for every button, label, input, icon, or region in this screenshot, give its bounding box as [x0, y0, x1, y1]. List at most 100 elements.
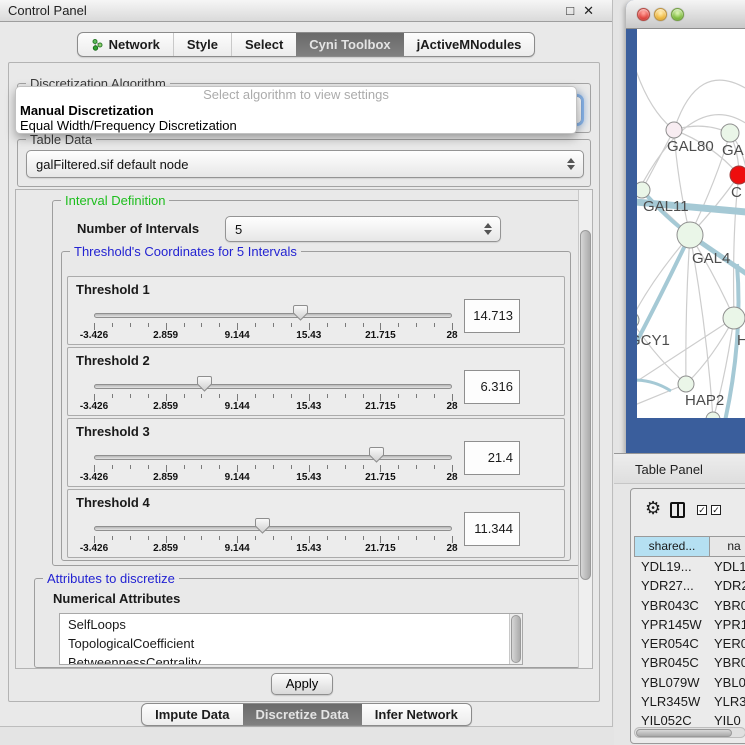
node-hap2[interactable]: [678, 376, 694, 392]
threshold-1-slider-track[interactable]: [94, 313, 452, 318]
tab-discretize-data[interactable]: Discretize Data: [243, 704, 362, 725]
checkbox-icon[interactable]: ✓: [711, 505, 721, 515]
tab-select[interactable]: Select: [231, 33, 296, 56]
node-gal11[interactable]: [637, 182, 650, 198]
cell-name[interactable]: YER0: [710, 634, 745, 653]
slider-tick-label: -3.426: [80, 472, 108, 483]
slider-tick: [273, 323, 274, 327]
cell-name[interactable]: YDL1: [710, 557, 745, 576]
cell-shared-name[interactable]: YER054C: [634, 634, 710, 653]
cell-name[interactable]: YBR0: [710, 653, 745, 672]
label-gal11: GAL11: [643, 198, 689, 215]
threshold-2-value[interactable]: 6.316: [464, 370, 520, 404]
table-row[interactable]: YBR043CYBR0: [634, 596, 745, 615]
table-row[interactable]: YLR345WYLR3: [634, 692, 745, 711]
attributes-list-scrollbar[interactable]: [509, 614, 522, 664]
popup-placeholder-option[interactable]: Select algorithm to view settings: [16, 87, 576, 103]
close-icon[interactable]: ✕: [583, 0, 594, 22]
slider-tick: [201, 465, 202, 469]
cell-shared-name[interactable]: YLR345W: [634, 692, 710, 711]
slider-tick: [309, 536, 310, 543]
threshold-4-slider-thumb[interactable]: [255, 517, 270, 534]
cell-shared-name[interactable]: YBR045C: [634, 653, 710, 672]
close-traffic-icon[interactable]: [637, 8, 650, 21]
node-attribute-table: shared... na YDL19...YDL1YDR27...YDR2YBR…: [634, 536, 745, 727]
popup-option-manual-discretization[interactable]: Manual Discretization: [16, 103, 576, 118]
cell-name[interactable]: YLR3: [710, 692, 745, 711]
cell-shared-name[interactable]: YDR27...: [634, 576, 710, 595]
cell-name[interactable]: YIL0: [710, 711, 745, 727]
node-gal-partial[interactable]: [721, 124, 739, 142]
table-row[interactable]: YDR27...YDR2: [634, 576, 745, 595]
tab-jactivemnodules[interactable]: jActiveMNodules: [404, 33, 535, 56]
network-canvas[interactable]: GAL80 GA C GAL11 GAL4 GCY1 H HAP2: [637, 29, 745, 418]
cell-shared-name[interactable]: YBL079W: [634, 673, 710, 692]
table-row[interactable]: YER054CYER0: [634, 634, 745, 653]
tab-style[interactable]: Style: [173, 33, 231, 56]
slider-tick: [94, 323, 95, 330]
checkbox-icon[interactable]: ✓: [697, 505, 707, 515]
node-h-partial[interactable]: [723, 307, 745, 329]
slider-tick: [416, 323, 417, 327]
attribute-list-item[interactable]: SelfLoops: [60, 615, 508, 634]
tab-cyni-toolbox[interactable]: Cyni Toolbox: [296, 33, 403, 56]
threshold-1-slider-thumb[interactable]: [293, 304, 308, 321]
window-title: Control Panel: [8, 0, 87, 22]
cell-shared-name[interactable]: YPR145W: [634, 615, 710, 634]
threshold-3-slider-track[interactable]: [94, 455, 452, 460]
table-row[interactable]: YDL19...YDL1: [634, 557, 745, 576]
slider-tick-label: 15.43: [296, 401, 321, 412]
node-gal80[interactable]: [666, 122, 682, 138]
node-gcy1[interactable]: [637, 312, 639, 328]
slider-tick: [166, 323, 167, 330]
table-row[interactable]: YIL052CYIL0: [634, 711, 745, 727]
node-bottom-partial[interactable]: [706, 412, 720, 418]
threshold-2-slider-thumb[interactable]: [197, 375, 212, 392]
table-row[interactable]: YPR145WYPR1: [634, 615, 745, 634]
minimize-traffic-icon[interactable]: [654, 8, 667, 21]
column-header-shared-name[interactable]: shared...: [634, 536, 710, 557]
tab-network[interactable]: Network: [78, 33, 173, 56]
cell-name[interactable]: YPR1: [710, 615, 745, 634]
cell-shared-name[interactable]: YIL052C: [634, 711, 710, 727]
table-row[interactable]: YBL079WYBL0: [634, 673, 745, 692]
table-horizontal-scrollbar[interactable]: [634, 727, 745, 738]
slider-tick: [148, 465, 149, 469]
threshold-1-value[interactable]: 14.713: [464, 299, 520, 333]
threshold-4-value[interactable]: 11.344: [464, 512, 520, 546]
threshold-2-slider-track[interactable]: [94, 384, 452, 389]
apply-button[interactable]: Apply: [271, 673, 333, 695]
slider-tick: [219, 323, 220, 327]
column-header-name[interactable]: na: [710, 536, 745, 557]
float-window-icon[interactable]: □: [566, 0, 574, 22]
threshold-3-value[interactable]: 21.4: [464, 441, 520, 475]
slider-tick: [237, 536, 238, 543]
split-columns-icon[interactable]: [670, 502, 685, 518]
tab-impute-data[interactable]: Impute Data: [142, 704, 242, 725]
cell-shared-name[interactable]: YDL19...: [634, 557, 710, 576]
settings-vertical-scrollbar[interactable]: [578, 190, 592, 668]
zoom-traffic-icon[interactable]: [671, 8, 684, 21]
tab-infer-network[interactable]: Infer Network: [362, 704, 471, 725]
threshold-4-slider-track[interactable]: [94, 526, 452, 531]
slider-tick: [112, 465, 113, 469]
table-row[interactable]: YBR045CYBR0: [634, 653, 745, 672]
gear-icon[interactable]: ⚙: [645, 499, 661, 517]
attribute-list-item[interactable]: BetweennessCentrality: [60, 653, 508, 665]
attribute-list-item[interactable]: TopologicalCoefficient: [60, 634, 508, 653]
threshold-3-slider-thumb[interactable]: [369, 446, 384, 463]
interval-definition-group: Interval Definition Number of Intervals …: [52, 200, 580, 566]
cell-name[interactable]: YBL0: [710, 673, 745, 692]
popup-option-equal-width-frequency[interactable]: Equal Width/Frequency Discretization: [16, 118, 576, 133]
table-data-combobox[interactable]: galFiltered.sif default node: [26, 150, 584, 178]
slider-tick: [148, 536, 149, 540]
node-gal4[interactable]: [677, 222, 703, 248]
cell-name[interactable]: YDR2: [710, 576, 745, 595]
interval-definition-title: Interval Definition: [61, 193, 169, 208]
slider-tick: [416, 536, 417, 540]
cell-shared-name[interactable]: YBR043C: [634, 596, 710, 615]
node-red-selected[interactable]: [730, 166, 745, 184]
cell-name[interactable]: YBR0: [710, 596, 745, 615]
slider-tick: [380, 323, 381, 330]
number-of-intervals-combobox[interactable]: 5: [225, 216, 501, 242]
